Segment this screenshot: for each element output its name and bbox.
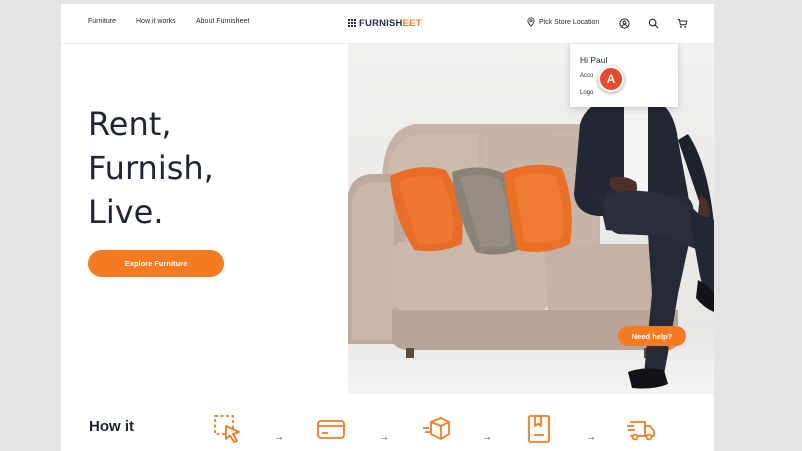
step-arrow: → <box>482 432 492 443</box>
box-icon <box>423 417 450 440</box>
cart-icon[interactable] <box>675 16 689 30</box>
annotation-marker: A <box>598 66 624 92</box>
book-icon <box>528 415 550 443</box>
nav-link-furniture[interactable]: Furniture <box>88 18 116 25</box>
account-dropdown-menu: Hi Paul Acco Logo <box>570 44 678 107</box>
headline-line: Live. <box>88 193 164 231</box>
nav-link-about[interactable]: About Furnisheet <box>196 18 249 25</box>
logout-menu-item[interactable]: Logo <box>580 90 593 96</box>
page: Furniture How it works About Furnisheet … <box>61 4 714 451</box>
pick-store-location[interactable]: Pick Store Location <box>527 17 599 27</box>
logo[interactable]: FURNISH EET <box>348 17 422 29</box>
card-icon <box>317 420 345 439</box>
headline-line: Rent, <box>88 105 172 143</box>
account-menu-item[interactable]: Acco <box>580 73 593 79</box>
how-it-works-title: How it <box>89 418 134 435</box>
step-arrow: → <box>379 432 389 443</box>
top-navigation: Furniture How it works About Furnisheet … <box>61 4 714 44</box>
delivery-truck-icon <box>627 421 655 441</box>
nav-link-how-it-works[interactable]: How it works <box>136 18 176 25</box>
user-greeting: Hi Paul <box>580 55 608 65</box>
explore-furniture-button[interactable]: Explore Furniture <box>88 250 224 277</box>
step-arrow: → <box>586 432 596 443</box>
select-icon <box>214 415 240 443</box>
logo-text-primary: FURNISH <box>359 17 403 29</box>
step-arrow: → <box>274 432 284 443</box>
how-it-works-section: How it → → → → <box>61 394 714 451</box>
location-pin-icon <box>527 17 535 27</box>
search-icon[interactable] <box>646 16 660 30</box>
account-icon[interactable] <box>617 16 631 30</box>
help-bubble-tail <box>665 343 671 351</box>
need-help-button[interactable]: Need help? <box>618 326 686 346</box>
store-location-label: Pick Store Location <box>539 18 600 26</box>
logo-text-accent: EET <box>402 17 422 29</box>
headline-line: Furnish, <box>88 149 214 187</box>
logo-grid-icon <box>348 19 356 27</box>
hero-headline: Rent, Furnish, Live. <box>88 102 214 234</box>
